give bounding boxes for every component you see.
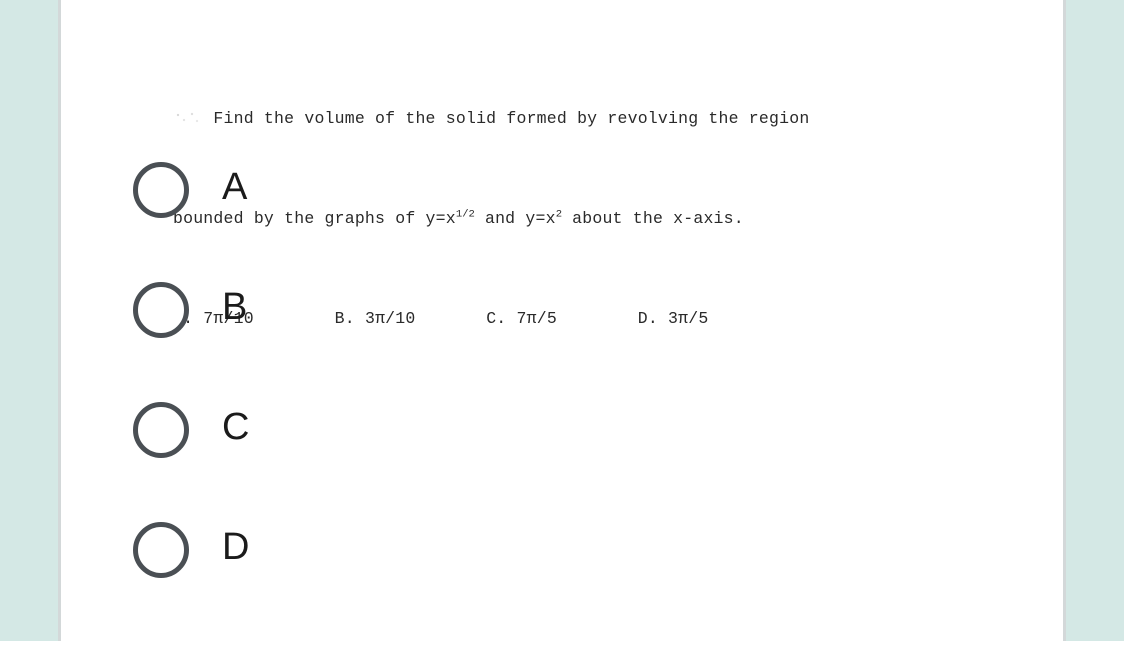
card-edge-right bbox=[1063, 0, 1066, 641]
choice-d-text: D. 3π/5 bbox=[637, 309, 709, 328]
radio-button-b[interactable] bbox=[133, 282, 189, 338]
question-card: Find the volume of the solid formed by r… bbox=[61, 0, 1063, 648]
background-band-left bbox=[0, 0, 58, 641]
option-row-b[interactable]: B bbox=[133, 282, 533, 402]
radio-button-c[interactable] bbox=[133, 402, 189, 458]
background-band-right bbox=[1066, 0, 1124, 641]
question-text-line-1: Find the volume of the solid formed by r… bbox=[173, 106, 1003, 131]
option-label-c[interactable]: C bbox=[222, 402, 249, 452]
question-line-1-text: Find the volume of the solid formed by r… bbox=[213, 109, 810, 128]
option-row-c[interactable]: C bbox=[133, 402, 533, 522]
option-label-d[interactable]: D bbox=[222, 522, 249, 572]
question-line-1-indent bbox=[173, 109, 213, 128]
option-row-a[interactable]: A bbox=[133, 162, 533, 282]
choice-gap-3 bbox=[557, 309, 638, 328]
radio-button-a[interactable] bbox=[133, 162, 189, 218]
answer-options-list: A B C D bbox=[133, 162, 533, 642]
question-line-2-suffix: about the x-axis. bbox=[562, 209, 744, 228]
radio-button-d[interactable] bbox=[133, 522, 189, 578]
option-label-b[interactable]: B bbox=[222, 282, 247, 332]
option-row-d[interactable]: D bbox=[133, 522, 533, 642]
page-root: Find the volume of the solid formed by r… bbox=[0, 0, 1124, 648]
option-label-a[interactable]: A bbox=[222, 162, 247, 212]
